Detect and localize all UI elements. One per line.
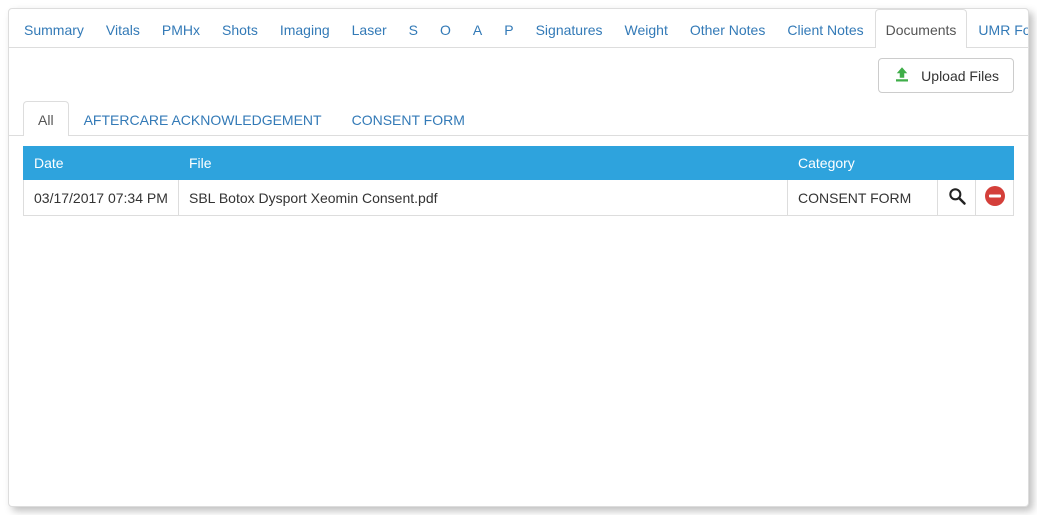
tab-shots[interactable]: Shots: [211, 9, 269, 48]
main-tab-bar: SummaryVitalsPMHxShotsImagingLaserSOAPSi…: [9, 9, 1028, 48]
upload-icon: [893, 65, 911, 86]
tab-summary[interactable]: Summary: [13, 9, 95, 48]
tab-umr-forms[interactable]: UMR Forms: [967, 9, 1029, 48]
tab-other-notes[interactable]: Other Notes: [679, 9, 776, 48]
minus-circle-icon: [985, 186, 1005, 206]
table-area: Date File Category 03/17/2017 07:34 PMSB…: [9, 136, 1028, 506]
subtab-aftercare-acknowledgement[interactable]: AFTERCARE ACKNOWLEDGEMENT: [69, 101, 337, 136]
tab-laser[interactable]: Laser: [341, 9, 398, 48]
tab-pmhx[interactable]: PMHx: [151, 9, 211, 48]
tab-weight[interactable]: Weight: [614, 9, 679, 48]
col-header-category[interactable]: Category: [788, 147, 938, 180]
search-icon: [947, 186, 967, 209]
upload-files-button[interactable]: Upload Files: [878, 58, 1014, 93]
tab-o[interactable]: O: [429, 9, 462, 48]
subtab-all[interactable]: All: [23, 101, 69, 136]
tab-p[interactable]: P: [493, 9, 524, 48]
toolbar: Upload Files: [9, 48, 1028, 101]
tab-documents[interactable]: Documents: [875, 9, 968, 48]
table-row: 03/17/2017 07:34 PMSBL Botox Dysport Xeo…: [24, 180, 1014, 216]
cell-view: [938, 180, 976, 216]
table-header-row: Date File Category: [24, 147, 1014, 180]
tab-client-notes[interactable]: Client Notes: [776, 9, 874, 48]
cell-delete: [976, 180, 1014, 216]
col-header-file[interactable]: File: [179, 147, 788, 180]
cell-category: CONSENT FORM: [788, 180, 938, 216]
tab-imaging[interactable]: Imaging: [269, 9, 341, 48]
col-header-view: [938, 147, 976, 180]
view-button[interactable]: [947, 186, 967, 209]
delete-button[interactable]: [985, 186, 1005, 206]
cell-file: SBL Botox Dysport Xeomin Consent.pdf: [179, 180, 788, 216]
tab-a[interactable]: A: [462, 9, 493, 48]
upload-files-label: Upload Files: [921, 68, 999, 84]
subtab-consent-form[interactable]: CONSENT FORM: [337, 101, 480, 136]
col-header-delete: [976, 147, 1014, 180]
cell-date: 03/17/2017 07:34 PM: [24, 180, 179, 216]
tab-vitals[interactable]: Vitals: [95, 9, 151, 48]
tab-signatures[interactable]: Signatures: [525, 9, 614, 48]
tab-s[interactable]: S: [398, 9, 429, 48]
sub-tab-bar: AllAFTERCARE ACKNOWLEDGEMENTCONSENT FORM: [9, 101, 1028, 136]
col-header-date[interactable]: Date: [24, 147, 179, 180]
documents-table: Date File Category 03/17/2017 07:34 PMSB…: [23, 146, 1014, 216]
documents-panel: SummaryVitalsPMHxShotsImagingLaserSOAPSi…: [8, 8, 1029, 507]
